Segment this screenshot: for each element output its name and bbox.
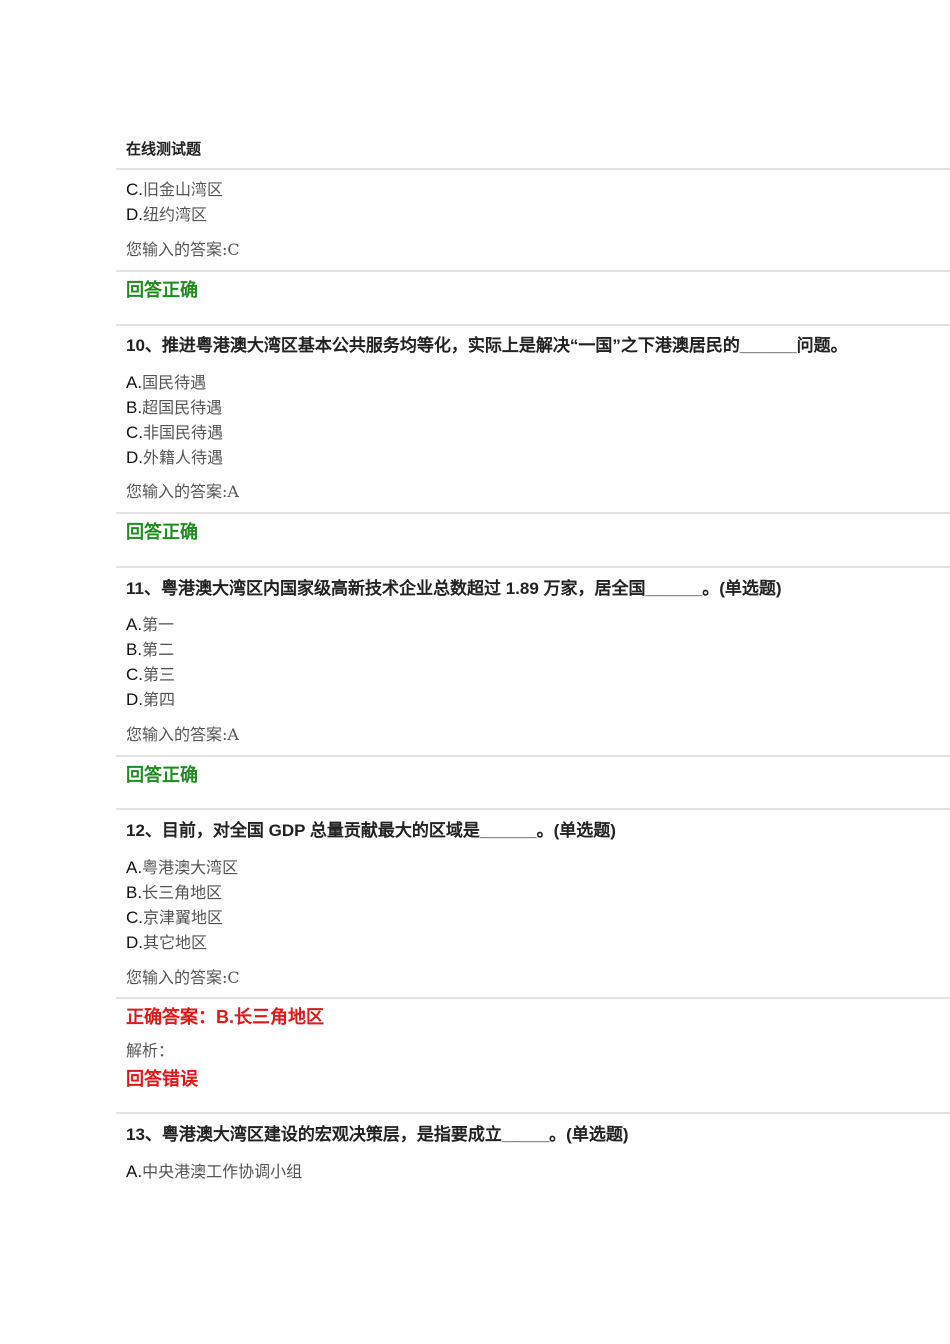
result-correct: 回答正确 <box>126 280 198 300</box>
option-c: C.京津翼地区 <box>126 906 223 930</box>
option-a: A.国民待遇 <box>126 371 206 395</box>
option-a: A.粤港澳大湾区 <box>126 856 238 880</box>
divider <box>116 755 950 757</box>
option-text: 国民待遇 <box>142 373 207 392</box>
option-text: 非国民待遇 <box>143 423 224 442</box>
option-text: 中央港澳工作协调小组 <box>142 1162 303 1181</box>
option-a: A.中央港澳工作协调小组 <box>126 1160 302 1184</box>
your-answer: 您输入的答案:A <box>126 482 239 501</box>
option-text: 第二 <box>142 640 175 659</box>
option-text: 纽约湾区 <box>143 205 208 224</box>
divider <box>116 512 950 514</box>
option-d: D.外籍人待遇 <box>126 446 223 470</box>
option-letter: A. <box>126 373 143 392</box>
option-letter: B. <box>126 640 143 659</box>
your-answer: 您输入的答案:A <box>126 725 239 744</box>
correct-answer: 正确答案：B.长三角地区 <box>126 1007 324 1027</box>
result-correct: 回答正确 <box>126 522 198 542</box>
divider <box>116 566 950 568</box>
divider <box>116 324 950 326</box>
page-title: 在线测试题 <box>126 141 202 158</box>
divider <box>116 270 950 272</box>
option-c: C.非国民待遇 <box>126 421 223 445</box>
option-text: 第四 <box>143 690 176 709</box>
option-text: 超国民待遇 <box>142 398 223 417</box>
option-letter: D. <box>126 933 143 952</box>
option-text: 第一 <box>142 615 175 634</box>
option-a: A.第一 <box>126 613 174 637</box>
option-letter: C. <box>126 908 143 927</box>
option-letter: B. <box>126 398 143 417</box>
option-b: B.长三角地区 <box>126 881 222 905</box>
option-text: 粤港澳大湾区 <box>142 858 239 877</box>
divider <box>116 997 950 999</box>
option-c: C.旧金山湾区 <box>126 178 223 202</box>
question-11: 11、粤港澳大湾区内国家级高新技术企业总数超过 1.89 万家，居全国_____… <box>126 579 782 598</box>
option-b: B.第二 <box>126 638 174 662</box>
option-text: 其它地区 <box>143 933 208 952</box>
your-answer: 您输入的答案:C <box>126 240 240 259</box>
option-d: D.第四 <box>126 688 175 712</box>
option-letter: A. <box>126 615 143 634</box>
option-text: 京津翼地区 <box>143 908 224 927</box>
your-answer: 您输入的答案:C <box>126 968 240 987</box>
result-correct: 回答正确 <box>126 765 198 785</box>
divider <box>116 1112 950 1114</box>
option-b: B.超国民待遇 <box>126 396 222 420</box>
option-d: D.其它地区 <box>126 931 207 955</box>
divider <box>116 168 950 170</box>
question-10: 10、推进粤港澳大湾区基本公共服务均等化，实际上是解决“一国”之下港澳居民的__… <box>126 336 848 355</box>
option-letter: C. <box>126 180 143 199</box>
option-letter: D. <box>126 448 143 467</box>
option-c: C.第三 <box>126 663 175 687</box>
option-d: D.纽约湾区 <box>126 203 207 227</box>
question-12: 12、目前，对全国 GDP 总量贡献最大的区域是______。(单选题) <box>126 821 616 840</box>
option-letter: A. <box>126 1162 143 1181</box>
result-wrong: 回答错误 <box>126 1069 198 1089</box>
option-text: 旧金山湾区 <box>143 180 224 199</box>
option-text: 外籍人待遇 <box>143 448 224 467</box>
option-text: 长三角地区 <box>142 883 223 902</box>
analysis-label: 解析： <box>126 1041 175 1060</box>
divider <box>116 808 950 810</box>
option-letter: D. <box>126 690 143 709</box>
option-letter: D. <box>126 205 143 224</box>
option-letter: A. <box>126 858 143 877</box>
option-letter: C. <box>126 423 143 442</box>
option-letter: C. <box>126 665 143 684</box>
option-text: 第三 <box>143 665 176 684</box>
option-letter: B. <box>126 883 143 902</box>
question-13: 13、粤港澳大湾区建设的宏观决策层，是指要成立_____。(单选题) <box>126 1125 629 1144</box>
